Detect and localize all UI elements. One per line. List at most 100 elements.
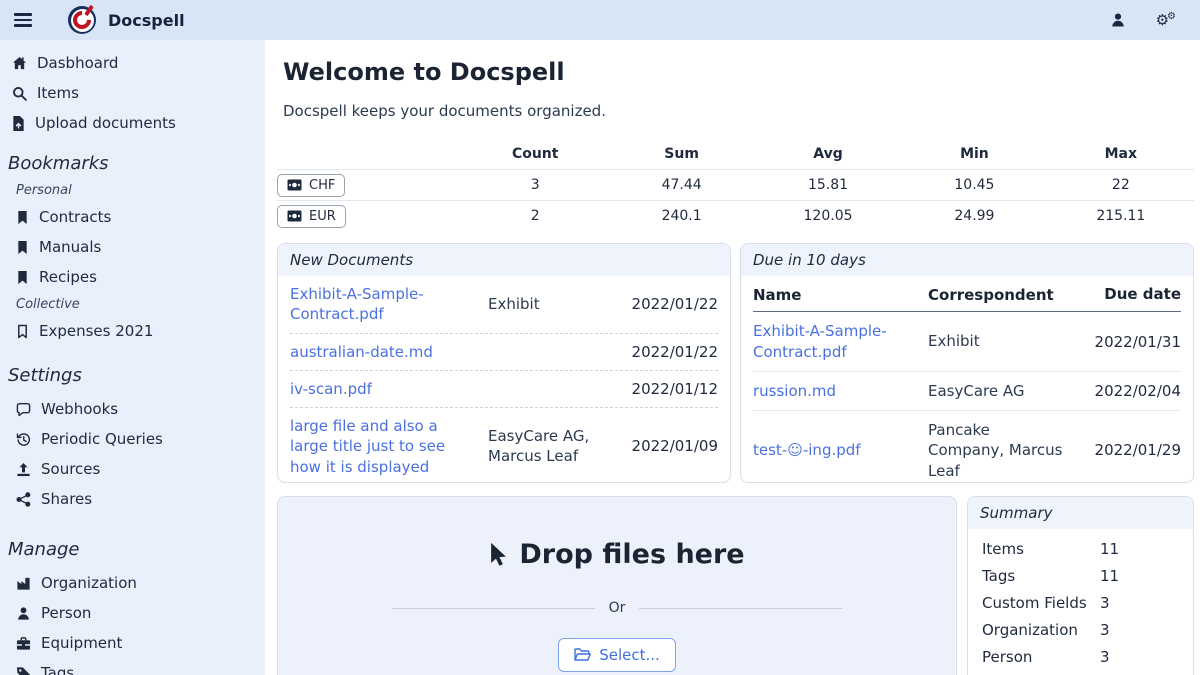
bookmarks-header: Bookmarks: [0, 148, 265, 178]
user-icon: [16, 606, 31, 621]
document-link[interactable]: Exhibit-A-Sample-Contract.pdf: [290, 285, 424, 323]
stat-max: 22: [1048, 177, 1194, 193]
money-bill-icon: [287, 179, 302, 191]
stats-row: CHF 3 47.44 15.81 10.45 22: [277, 169, 1194, 200]
document-correspondent: Exhibit: [928, 331, 1076, 351]
document-correspondent: Exhibit: [488, 294, 630, 314]
summary-label: Items: [982, 540, 1100, 558]
due-row: test-☺-ing.pdf Pancake Company, Marcus L…: [753, 410, 1181, 483]
tag-icon: [16, 666, 31, 675]
bookmark-icon: [16, 270, 29, 285]
sidebar-item-items[interactable]: Items: [0, 78, 265, 108]
bookmark-icon: [16, 210, 29, 225]
bookmark-outline-icon: [16, 324, 29, 339]
sidebar-item-expenses-2021[interactable]: Expenses 2021: [0, 316, 265, 346]
cogs-icon[interactable]: ⚙⚙: [1146, 12, 1186, 28]
money-bill-icon: [287, 210, 302, 222]
stat-min: 10.45: [901, 177, 1047, 193]
history-icon: [16, 432, 31, 447]
document-correspondent: EasyCare AG, Marcus Leaf: [488, 426, 630, 467]
document-link[interactable]: Exhibit-A-Sample-Contract.pdf: [753, 322, 887, 360]
due-panel-title: Due in 10 days: [741, 244, 1193, 276]
summary-row: Items 11: [982, 535, 1179, 562]
sidebar-item-upload-documents[interactable]: Upload documents: [0, 108, 265, 138]
document-link[interactable]: test-☺-ing.pdf: [753, 441, 861, 459]
summary-label: Tags: [982, 567, 1100, 585]
sidebar-item-periodic-queries[interactable]: Periodic Queries: [0, 424, 265, 454]
sidebar-item-tags[interactable]: Tags: [0, 658, 265, 675]
file-dropzone[interactable]: Drop files here Or Select...: [277, 496, 957, 675]
stats-row: EUR 2 240.1 120.05 24.99 215.11: [277, 200, 1194, 231]
sidebar-item-equipment[interactable]: Equipment: [0, 628, 265, 658]
document-due-date: 2022/02/04: [1076, 382, 1181, 400]
new-documents-panel: New Documents Exhibit-A-Sample-Contract.…: [277, 243, 731, 483]
stat-avg: 120.05: [755, 208, 901, 224]
new-document-row: iv-scan.pdf 2022/01/12: [290, 370, 718, 407]
stat-sum: 240.1: [608, 208, 754, 224]
currency-stats-table: Count Sum Avg Min Max CHF: [277, 138, 1194, 231]
document-link[interactable]: australian-date.md: [290, 343, 433, 361]
document-correspondent: Pancake Company, Marcus Leaf: [928, 420, 1076, 481]
new-document-row: australian-date.md 2022/01/22: [290, 333, 718, 370]
summary-title: Summary: [968, 497, 1193, 529]
stat-min: 24.99: [901, 208, 1047, 224]
folder-open-icon: [574, 648, 591, 662]
file-upload-icon: [12, 116, 25, 131]
briefcase-icon: [16, 636, 31, 651]
upload-icon: [16, 462, 31, 477]
document-date: 2022/01/09: [630, 437, 718, 455]
summary-value: 3: [1100, 621, 1110, 639]
stats-header-row: Count Sum Avg Min Max: [277, 138, 1194, 169]
currency-badge[interactable]: EUR: [277, 205, 346, 228]
summary-label: Person: [982, 648, 1100, 666]
summary-label: Custom Fields: [982, 594, 1100, 612]
sidebar-item-recipes[interactable]: Recipes: [0, 262, 265, 292]
document-due-date: 2022/01/29: [1076, 441, 1181, 459]
dropzone-title: Drop files here: [489, 539, 744, 570]
summary-value: 3: [1100, 594, 1110, 612]
sidebar-item-sources[interactable]: Sources: [0, 454, 265, 484]
manage-header: Manage: [0, 534, 265, 564]
document-link[interactable]: large file and also a large title just t…: [290, 417, 445, 476]
summary-value: 3: [1100, 648, 1110, 666]
summary-row: Equipment 2: [982, 670, 1179, 675]
user-icon[interactable]: [1100, 12, 1136, 28]
stat-sum: 47.44: [608, 177, 754, 193]
document-date: 2022/01/12: [630, 380, 718, 398]
sidebar-item-webhooks[interactable]: Webhooks: [0, 394, 265, 424]
stat-avg: 15.81: [755, 177, 901, 193]
currency-badge[interactable]: CHF: [277, 174, 345, 197]
sidebar-item-organization[interactable]: Organization: [0, 568, 265, 598]
document-due-date: 2022/01/31: [1076, 333, 1181, 351]
comment-icon: [16, 402, 31, 417]
sidebar-item-manuals[interactable]: Manuals: [0, 232, 265, 262]
document-date: 2022/01/22: [630, 295, 718, 313]
sidebar-item-shares[interactable]: Shares: [0, 484, 265, 514]
main-content: Welcome to Docspell Docspell keeps your …: [265, 40, 1200, 675]
bookmarks-collective-label: Collective: [0, 292, 265, 316]
summary-value: 11: [1100, 567, 1119, 585]
topbar: Docspell ⚙⚙: [0, 0, 1200, 40]
menu-icon[interactable]: [14, 11, 32, 28]
stat-count: 3: [462, 177, 608, 193]
sidebar-item-person[interactable]: Person: [0, 598, 265, 628]
summary-panel: Summary Items 11 Tags 11: [967, 496, 1194, 675]
docspell-logo-icon: [68, 6, 96, 34]
sidebar: Dasbhoard Items Upload documents Bookmar…: [0, 40, 265, 675]
document-date: 2022/01/22: [630, 343, 718, 361]
bookmarks-personal-label: Personal: [0, 178, 265, 202]
summary-row: Tags 11: [982, 562, 1179, 589]
sidebar-item-contracts[interactable]: Contracts: [0, 202, 265, 232]
sidebar-item-dashboard[interactable]: Dasbhoard: [0, 48, 265, 78]
document-link[interactable]: iv-scan.pdf: [290, 380, 372, 398]
due-table-header: Name Correspondent Due date: [753, 278, 1181, 312]
due-panel: Due in 10 days Name Correspondent Due da…: [740, 243, 1194, 483]
document-link[interactable]: russion.md: [753, 382, 836, 400]
industry-icon: [16, 576, 31, 591]
summary-row: Custom Fields 3: [982, 589, 1179, 616]
summary-row: Person 3: [982, 643, 1179, 670]
select-files-button[interactable]: Select...: [558, 638, 676, 672]
share-nodes-icon: [16, 492, 31, 507]
summary-label: Organization: [982, 621, 1100, 639]
page-title: Welcome to Docspell: [283, 58, 1194, 86]
